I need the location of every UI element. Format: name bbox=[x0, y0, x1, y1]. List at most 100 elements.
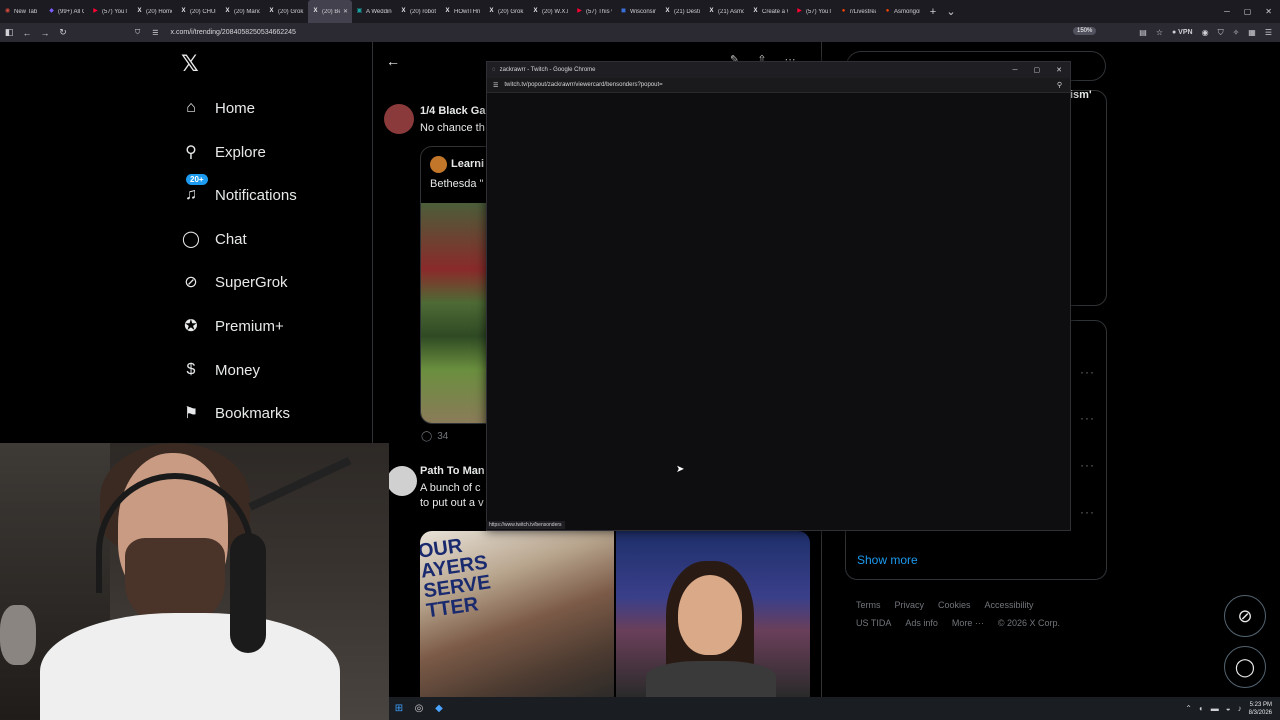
grok-fab-button[interactable]: ⊘ bbox=[1224, 595, 1266, 637]
more-icon[interactable]: ··· bbox=[1080, 411, 1095, 425]
more-icon[interactable]: ··· bbox=[1080, 505, 1095, 519]
profile-icon[interactable]: ▦ bbox=[1248, 28, 1256, 37]
footer-link[interactable]: Terms bbox=[856, 600, 881, 610]
footer-link[interactable]: Accessibility bbox=[985, 600, 1034, 610]
footer-link[interactable]: © 2026 X Corp. bbox=[998, 618, 1060, 628]
tab-favicon-icon: ◼ bbox=[621, 8, 626, 14]
footer-link[interactable]: Ads info bbox=[905, 618, 938, 628]
start-icon[interactable]: ⊞ bbox=[389, 703, 409, 714]
browser-tab[interactable]: X (20) Grok / bbox=[264, 0, 308, 23]
footer-link[interactable]: More ··· bbox=[952, 618, 984, 628]
address-bar[interactable]: ⛉ ☰ x.com/i/trending/2084058250534662245 bbox=[135, 25, 1115, 40]
browser-tab[interactable]: X (21) Asmon bbox=[704, 0, 748, 23]
avatar[interactable] bbox=[384, 104, 414, 134]
nav-item-home[interactable]: ⌂ Home bbox=[180, 93, 255, 123]
minimize-button[interactable]: ─ bbox=[1013, 67, 1018, 74]
star-icon[interactable]: ☆ bbox=[1156, 28, 1163, 37]
footer-link[interactable]: Privacy bbox=[895, 600, 925, 610]
browser-tab[interactable]: X (21) Destiny bbox=[660, 0, 704, 23]
post-image[interactable] bbox=[616, 531, 810, 697]
footer-link[interactable]: Cookies bbox=[938, 600, 971, 610]
site-info-icon[interactable]: ☰ bbox=[152, 29, 158, 37]
browser-tab[interactable]: X (20) Grok / bbox=[484, 0, 528, 23]
avatar[interactable] bbox=[387, 466, 417, 496]
more-icon[interactable]: ··· bbox=[1080, 365, 1095, 379]
nav-item-explore[interactable]: ⚲ Explore bbox=[180, 137, 266, 167]
nav-item-money[interactable]: $ Money bbox=[180, 355, 260, 385]
post-image[interactable]: OUR AYERS SERVE TTER bbox=[420, 531, 614, 697]
nav-item-bookmarks[interactable]: ⚑ Bookmarks bbox=[180, 398, 290, 428]
browser-tab[interactable]: X (20) W.X.K bbox=[528, 0, 572, 23]
browser-tab[interactable]: ▶ (57) YouTub bbox=[792, 0, 836, 23]
browser-tab[interactable]: ◉ New Tab bbox=[0, 0, 44, 23]
steam-icon[interactable]: ◎ bbox=[409, 703, 429, 714]
new-tab-button[interactable]: + bbox=[924, 6, 942, 18]
vpn-button[interactable]: ● VPN bbox=[1172, 29, 1193, 36]
browser-tab[interactable]: X HOwITHnW bbox=[440, 0, 484, 23]
close-button[interactable]: ✕ bbox=[1056, 66, 1062, 74]
browser-tab[interactable]: ▣A Wedding bbox=[352, 0, 396, 23]
extensions-icon[interactable]: ✧ bbox=[1233, 28, 1240, 37]
post-author[interactable]: Path To Man bbox=[420, 465, 485, 477]
tab-favicon-icon: ▶ bbox=[797, 8, 802, 14]
browser-tab[interactable]: X (20) Home / bbox=[132, 0, 176, 23]
account-icon[interactable]: ◉ bbox=[1202, 28, 1209, 37]
shield-icon[interactable]: ⛉ bbox=[135, 29, 140, 37]
back-arrow-icon[interactable]: ← bbox=[386, 53, 400, 69]
browser-tab[interactable]: ● Asmongold bbox=[880, 0, 924, 23]
browser-tab[interactable]: ▶ (57) This vic bbox=[572, 0, 616, 23]
minimize-button[interactable]: ─ bbox=[1224, 0, 1230, 23]
browser-tab[interactable]: X (20) Mario t bbox=[220, 0, 264, 23]
quoted-author: Learni bbox=[451, 158, 485, 170]
show-more-link[interactable]: Show more bbox=[857, 553, 918, 567]
footer-link[interactable]: US TIDA bbox=[856, 618, 891, 628]
popup-title-bar[interactable]: ◌ zackrawrr - Twitch - Google Chrome ─ ▢… bbox=[487, 62, 1070, 78]
browser-tab[interactable]: ◆ (99+) All Ca bbox=[44, 0, 88, 23]
browser-tab[interactable]: X (20) CHUD! bbox=[176, 0, 220, 23]
reload-button[interactable]: ↻ bbox=[54, 27, 72, 38]
browser-tab[interactable]: ◼ Wisconsin C bbox=[616, 0, 660, 23]
maximize-button[interactable]: ▢ bbox=[1034, 66, 1041, 74]
nav-item-chat[interactable]: ◯ Chat bbox=[180, 224, 247, 254]
browser-tab[interactable]: ▶ (57) YouTub bbox=[88, 0, 132, 23]
post-author[interactable]: 1/4 Black Ga bbox=[420, 105, 485, 117]
browser-tab[interactable]: ● r/Livestrean bbox=[836, 0, 880, 23]
network-icon[interactable]: ◒ bbox=[1226, 704, 1231, 713]
browser-tab[interactable]: X (20) Beth✕ bbox=[308, 0, 352, 23]
menu-icon[interactable]: ☰ bbox=[1265, 28, 1272, 37]
popup-window[interactable]: ◌ zackrawrr - Twitch - Google Chrome ─ ▢… bbox=[486, 61, 1071, 531]
reply-button[interactable]: ◯ 34 bbox=[421, 431, 448, 442]
nav-item-label: Explore bbox=[215, 143, 266, 161]
zoom-icon[interactable]: ⚲ bbox=[1057, 81, 1062, 89]
clock[interactable]: 5:23 PM 8/3/2026 bbox=[1249, 701, 1272, 717]
tab-close-icon[interactable]: ✕ bbox=[343, 8, 348, 15]
shield-extension-icon[interactable]: ⛉ bbox=[1218, 28, 1224, 38]
close-button[interactable]: ✕ bbox=[1265, 0, 1272, 23]
chevron-up-icon[interactable]: ⌃ bbox=[1185, 704, 1192, 713]
browser-tab[interactable]: X (20) robot c bbox=[396, 0, 440, 23]
nav-item-label: Bookmarks bbox=[215, 404, 291, 422]
nav-item-label: Premium+ bbox=[215, 317, 284, 335]
site-info-icon[interactable]: ☰ bbox=[493, 82, 498, 89]
zoom-level[interactable]: 150% bbox=[1073, 27, 1097, 35]
trend-title[interactable]: ism' bbox=[1070, 89, 1092, 101]
more-icon[interactable]: ··· bbox=[1080, 458, 1095, 472]
tab-label: (57) YouTub bbox=[806, 8, 832, 15]
nav-item-notifications[interactable]: ♫ Notifications 20+ bbox=[180, 174, 297, 210]
nav-item-supergrok[interactable]: ⊘ SuperGrok bbox=[180, 267, 287, 297]
reader-icon[interactable]: ▤ bbox=[1139, 28, 1147, 37]
app-tray-icon[interactable]: ◐ bbox=[1199, 704, 1204, 713]
x-logo-icon[interactable]: 𝕏 bbox=[181, 52, 199, 77]
app-icon[interactable]: ◆ bbox=[429, 703, 449, 714]
browser-tab[interactable]: X Create a W bbox=[748, 0, 792, 23]
tab-list-dropdown-icon[interactable]: ⌄ bbox=[942, 5, 960, 18]
folder-icon[interactable]: ▬ bbox=[1211, 704, 1219, 713]
nav-item-premium[interactable]: ✪ Premium+ bbox=[180, 311, 284, 341]
forward-button[interactable]: → bbox=[36, 28, 54, 38]
volume-icon[interactable]: ♪ bbox=[1238, 704, 1242, 713]
popup-address-bar[interactable]: ☰ twitch.tv/popout/zackrawrr/viewercard/… bbox=[487, 78, 1070, 93]
sidebar-toggle-icon[interactable]: ◧ bbox=[0, 27, 18, 38]
maximize-button[interactable]: ▢ bbox=[1244, 0, 1252, 23]
messages-fab-button[interactable]: ◯ bbox=[1224, 646, 1266, 688]
back-button[interactable]: ← bbox=[18, 28, 36, 38]
